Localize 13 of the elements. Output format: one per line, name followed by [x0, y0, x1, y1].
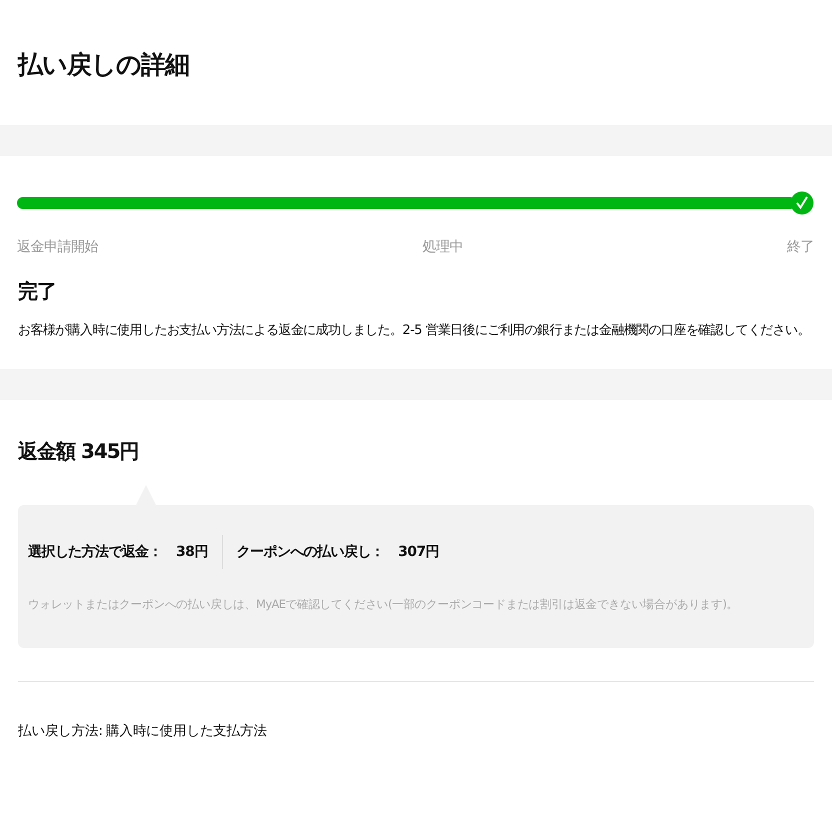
- refund-note: ウォレットまたはクーポンへの払い戻しは、MyAEで確認してください(一部のクーポンコードまたは割引は返金できない場合があります)。: [28, 597, 739, 612]
- breakdown-label: クーポンへの払い戻し：: [236, 543, 384, 562]
- breakdown-amount: 307円: [398, 543, 439, 562]
- step-label: 処理中: [422, 238, 463, 256]
- refund-method: 払い戻し方法: 購入時に使用した支払方法: [18, 722, 267, 740]
- refund-amount-heading: 返金額 345円: [18, 438, 140, 465]
- status-heading: 完了: [18, 278, 57, 305]
- step-label: 終了: [787, 238, 814, 256]
- breakdown-amount: 38円: [176, 543, 208, 562]
- page-title: 払い戻しの詳細: [16, 49, 190, 81]
- step-label: 返金申請開始: [17, 238, 98, 256]
- breakdown-label: 選択した方法で返金：: [28, 542, 162, 562]
- status-message: お客様が購入時に使用したお支払い方法による返金に成功しました。2-5 営業日後にご利用の銀行または金融機関の口座を確認してください。: [18, 322, 811, 339]
